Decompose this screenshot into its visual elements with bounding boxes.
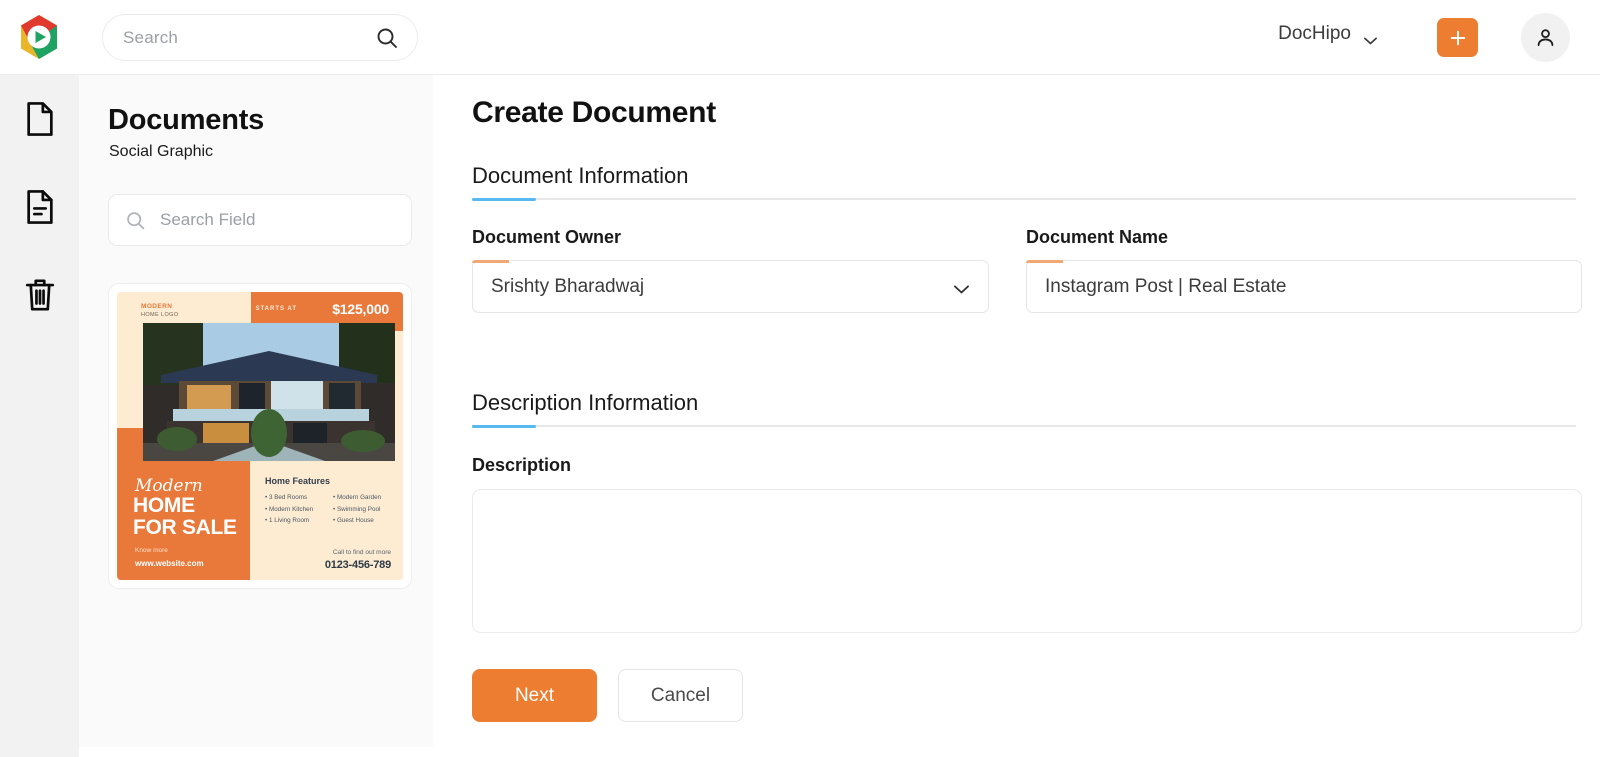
list-item: 1 Living Room bbox=[265, 516, 329, 526]
description-value bbox=[473, 490, 1581, 518]
preview-call-text: Call to find out more bbox=[332, 549, 391, 556]
documents-search-input[interactable]: Search Field bbox=[108, 194, 412, 246]
section-heading: Description Information bbox=[472, 390, 699, 415]
form-actions: Next Cancel bbox=[472, 669, 743, 722]
dochipo-hexagon-logo[interactable] bbox=[14, 12, 64, 62]
document-thumbnail-card[interactable]: MODERN HOME LOGO STARTS AT $125,000 Mode… bbox=[108, 283, 412, 589]
search-icon bbox=[127, 211, 145, 229]
preview-know-more: Know more bbox=[135, 547, 168, 554]
plus-icon bbox=[1450, 30, 1465, 45]
create-document-form: Create Document Document Information Doc… bbox=[433, 75, 1600, 757]
description-label: Description bbox=[472, 455, 572, 475]
section-divider bbox=[472, 198, 1576, 201]
section-divider bbox=[472, 425, 1576, 428]
next-button[interactable]: Next bbox=[472, 669, 597, 722]
preview-script-word: Modern bbox=[135, 476, 203, 496]
preview-logo-line1: MODERN bbox=[141, 303, 173, 310]
page-title: Create Document bbox=[472, 96, 716, 129]
documents-search-placeholder: Search Field bbox=[160, 210, 256, 229]
document-lines-icon bbox=[26, 190, 53, 224]
list-item: Guest House bbox=[333, 516, 397, 526]
preview-headline-line2: FOR SALE bbox=[133, 515, 237, 539]
sidebar-item-templates[interactable] bbox=[0, 163, 79, 251]
sidebar-item-documents[interactable] bbox=[0, 75, 79, 163]
list-item: Modern Kitchen bbox=[265, 505, 329, 515]
document-blank-icon bbox=[26, 102, 53, 136]
preview-features-title: Home Features bbox=[265, 476, 331, 486]
field-document-owner: Document Owner Srishty Bharadwaj bbox=[472, 227, 989, 313]
workspace-selector[interactable]: DocHipo bbox=[1278, 23, 1378, 45]
document-preview: MODERN HOME LOGO STARTS AT $125,000 Mode… bbox=[117, 292, 403, 580]
preview-phone: 0123-456-789 bbox=[324, 559, 391, 571]
list-item: Modern Garden bbox=[333, 493, 397, 503]
workspace-label: DocHipo bbox=[1278, 23, 1351, 44]
documents-panel: Documents Social Graphic Search Field MO… bbox=[79, 75, 433, 747]
preview-logo-line2: HOME LOGO bbox=[141, 312, 179, 318]
preview-headline: HOME FOR SALE bbox=[133, 495, 237, 538]
field-document-name: Document Name Instagram Post | Real Esta… bbox=[1026, 227, 1582, 313]
panel-subtitle: Social Graphic bbox=[109, 143, 214, 160]
preview-headline-line1: HOME bbox=[133, 494, 195, 518]
user-avatar-icon bbox=[1537, 29, 1554, 47]
description-textarea[interactable] bbox=[472, 489, 1582, 633]
cancel-button[interactable]: Cancel bbox=[618, 669, 743, 722]
top-bar: Search DocHipo bbox=[0, 0, 1600, 75]
section-heading: Document Information bbox=[472, 163, 689, 188]
search-icon bbox=[375, 26, 399, 50]
field-description: Description bbox=[472, 455, 1582, 633]
sidebar-item-trash[interactable] bbox=[0, 251, 79, 339]
document-owner-label: Document Owner bbox=[472, 227, 622, 247]
document-name-label: Document Name bbox=[1026, 227, 1169, 247]
document-name-input[interactable]: Instagram Post | Real Estate bbox=[1026, 260, 1582, 313]
global-search-placeholder: Search bbox=[123, 27, 179, 47]
preview-house-photo bbox=[143, 323, 395, 461]
document-name-value: Instagram Post | Real Estate bbox=[1045, 275, 1287, 297]
account-button[interactable] bbox=[1521, 13, 1570, 62]
preview-price: $125,000 bbox=[332, 301, 389, 317]
section-document-information: Document Information bbox=[472, 163, 1576, 201]
list-item: 3 Bed Rooms bbox=[265, 493, 329, 503]
chevron-down-icon bbox=[1363, 30, 1378, 45]
chevron-down-icon bbox=[953, 282, 970, 294]
panel-title: Documents bbox=[108, 104, 265, 136]
preview-website: www.website.com bbox=[135, 559, 204, 568]
document-owner-value: Srishty Bharadwaj bbox=[491, 275, 645, 297]
list-item: Swimming Pool bbox=[333, 505, 397, 515]
section-description-information: Description Information bbox=[472, 390, 1576, 428]
preview-starts-at: STARTS AT bbox=[255, 306, 297, 312]
create-new-button[interactable] bbox=[1437, 18, 1478, 57]
preview-features-list: 3 Bed Rooms Modern Garden Modern Kitchen… bbox=[265, 493, 397, 526]
trash-icon bbox=[25, 279, 54, 311]
document-owner-select[interactable]: Srishty Bharadwaj bbox=[472, 260, 989, 313]
icon-rail bbox=[0, 75, 79, 757]
global-search-input[interactable]: Search bbox=[102, 14, 418, 61]
